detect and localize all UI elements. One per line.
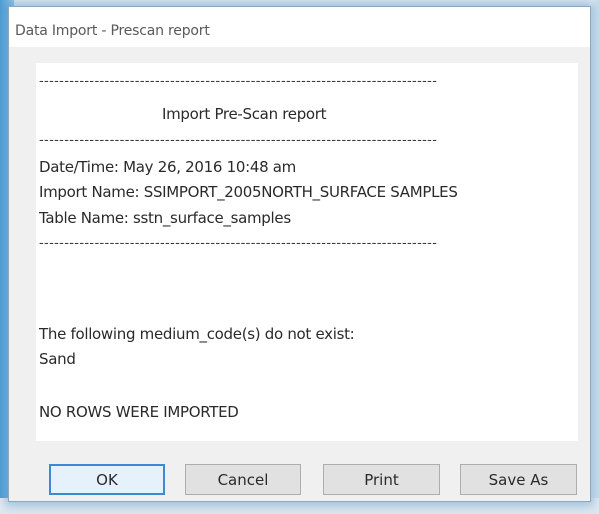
report-missing-codes-message: The following medium_code(s) do not exis… — [39, 325, 355, 343]
report-separator-middle: ----------------------------------------… — [39, 133, 438, 148]
print-button[interactable]: Print — [323, 464, 440, 495]
report-separator-bottom: ----------------------------------------… — [39, 236, 438, 251]
prescan-report-dialog: Data Import - Prescan report -----------… — [8, 6, 591, 502]
report-separator-top: ----------------------------------------… — [39, 74, 438, 89]
report-missing-code: Sand — [39, 350, 76, 368]
report-import-name: Import Name: SSIMPORT_2005NORTH_SURFACE … — [39, 183, 458, 201]
report-import-result: NO ROWS WERE IMPORTED — [39, 403, 239, 421]
report-date-time: Date/Time: May 26, 2016 10:48 am — [39, 158, 296, 176]
save-as-button[interactable]: Save As — [460, 464, 577, 495]
report-heading: Import Pre-Scan report — [162, 105, 327, 123]
cancel-button[interactable]: Cancel — [185, 464, 301, 495]
ok-button[interactable]: OK — [49, 464, 165, 495]
report-text-area[interactable]: ----------------------------------------… — [36, 63, 578, 441]
title-bar[interactable]: Data Import - Prescan report — [9, 7, 590, 47]
report-table-name: Table Name: sstn_surface_samples — [39, 209, 291, 227]
window-title: Data Import - Prescan report — [15, 23, 210, 39]
